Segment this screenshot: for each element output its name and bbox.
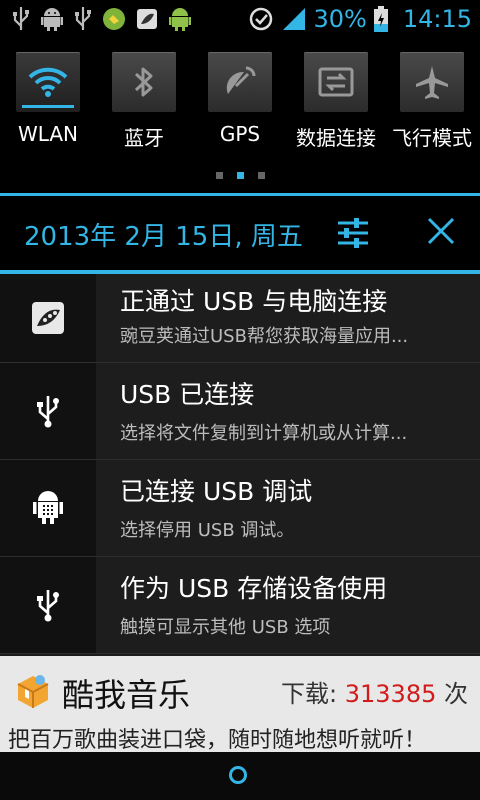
notification-text: 豌豆荚通过USB帮您获取海量应用... [120, 326, 409, 347]
wlan-toggle[interactable] [16, 52, 80, 112]
battery-charging-icon [373, 6, 388, 32]
header-actions [336, 216, 456, 250]
notification-title: USB 已连接 [120, 380, 255, 409]
quick-setting-wlan[interactable]: WLAN [0, 52, 96, 146]
close-icon[interactable] [426, 216, 456, 246]
clock: 14:15 [402, 5, 472, 33]
notification-icon-box [0, 363, 96, 459]
status-bar: 30% 14:15 [0, 0, 480, 38]
usb-icon [13, 7, 29, 30]
notification-header: 2013年 2月 15日, 周五 [0, 196, 480, 270]
notification-icon-box [0, 460, 96, 556]
android-debug-icon [33, 491, 63, 524]
quick-setting-label: 蓝牙 [124, 126, 164, 150]
kuwo-logo-icon [17, 675, 49, 708]
page-dot [216, 172, 223, 179]
bluetooth-toggle[interactable] [112, 52, 176, 112]
notification-usb-connected[interactable]: USB 已连接 选择将文件复制到计算机或从计算... [0, 363, 480, 460]
quick-setting-label: 数据连接 [296, 126, 376, 150]
quick-settings-panel: WLAN 蓝牙 GPS 数据连接 飞行模式 [0, 38, 480, 158]
data-connection-toggle[interactable] [304, 52, 368, 112]
notification-text: 选择停用 USB 调试。 [120, 520, 295, 541]
notification-title: 已连接 USB 调试 [120, 477, 313, 506]
wifi-icon [28, 67, 68, 97]
download-number: 313385 [344, 680, 437, 708]
gps-icon [226, 66, 256, 94]
quick-setting-airplane[interactable]: 飞行模式 [384, 52, 480, 151]
notification-usb-debug[interactable]: 已连接 USB 调试 选择停用 USB 调试。 [0, 460, 480, 557]
data-connection-icon [318, 67, 354, 97]
wandoujia-icon [137, 9, 157, 29]
quick-setting-gps[interactable]: GPS [192, 52, 288, 146]
android-robot-icon [169, 8, 191, 31]
date-label: 2013年 2月 15日, 周五 [24, 222, 303, 252]
wandoujia-icon [32, 302, 64, 334]
android-robot-icon [41, 8, 63, 31]
ad-banner[interactable]: 酷我音乐 下载: 313385 次 把百万歌曲装进口袋，随时随地想听就听！ [0, 656, 480, 753]
notification-title: 作为 USB 存储设备使用 [120, 574, 388, 603]
signal-icon [283, 8, 306, 30]
notification-text: 触摸可显示其他 USB 选项 [120, 617, 331, 638]
download-suffix: 次 [436, 680, 468, 708]
bluetooth-icon [134, 67, 153, 97]
quick-setting-label: 飞行模式 [392, 126, 472, 150]
download-label: 下载: [281, 680, 345, 708]
quick-setting-bluetooth[interactable]: 蓝牙 [96, 52, 192, 151]
page-dot [258, 172, 265, 179]
sliders-icon[interactable] [336, 216, 370, 250]
notification-title: 正通过 USB 与电脑连接 [120, 287, 388, 316]
airplane-toggle[interactable] [400, 52, 464, 112]
notification-wandoujia[interactable]: 正通过 USB 与电脑连接 豌豆荚通过USB帮您获取海量应用... [0, 274, 480, 363]
quick-setting-label: GPS [219, 122, 261, 146]
page-dot-active [237, 172, 244, 179]
usb-icon [75, 7, 91, 30]
app-green-icon [103, 8, 125, 30]
ad-download-count: 下载: 313385 次 [281, 674, 468, 709]
ad-slogan: 把百万歌曲装进口袋，随时随地想听就听！ [8, 728, 427, 753]
status-bar-notification-icons [12, 6, 192, 32]
quick-setting-data[interactable]: 数据连接 [288, 52, 384, 151]
sync-icon [250, 7, 273, 31]
battery-percent: 30% [313, 5, 367, 33]
status-bar-system-icons: 30% 14:15 [247, 2, 472, 36]
page-indicator [216, 172, 265, 179]
ad-app-name: 酷我音乐 [62, 676, 191, 714]
home-ring-icon[interactable] [229, 766, 247, 784]
gps-toggle[interactable] [208, 52, 272, 112]
notification-icon-box [0, 274, 96, 362]
notification-list: 正通过 USB 与电脑连接 豌豆荚通过USB帮您获取海量应用... USB 已连… [0, 274, 480, 656]
airplane-icon [416, 66, 448, 99]
notification-icon-box [0, 557, 96, 653]
usb-icon [37, 590, 59, 622]
bottom-navbar [0, 752, 480, 800]
usb-icon [37, 396, 59, 428]
notification-usb-storage[interactable]: 作为 USB 存储设备使用 触摸可显示其他 USB 选项 [0, 557, 480, 654]
quick-setting-label: WLAN [17, 122, 79, 146]
notification-text: 选择将文件复制到计算机或从计算... [120, 423, 408, 444]
